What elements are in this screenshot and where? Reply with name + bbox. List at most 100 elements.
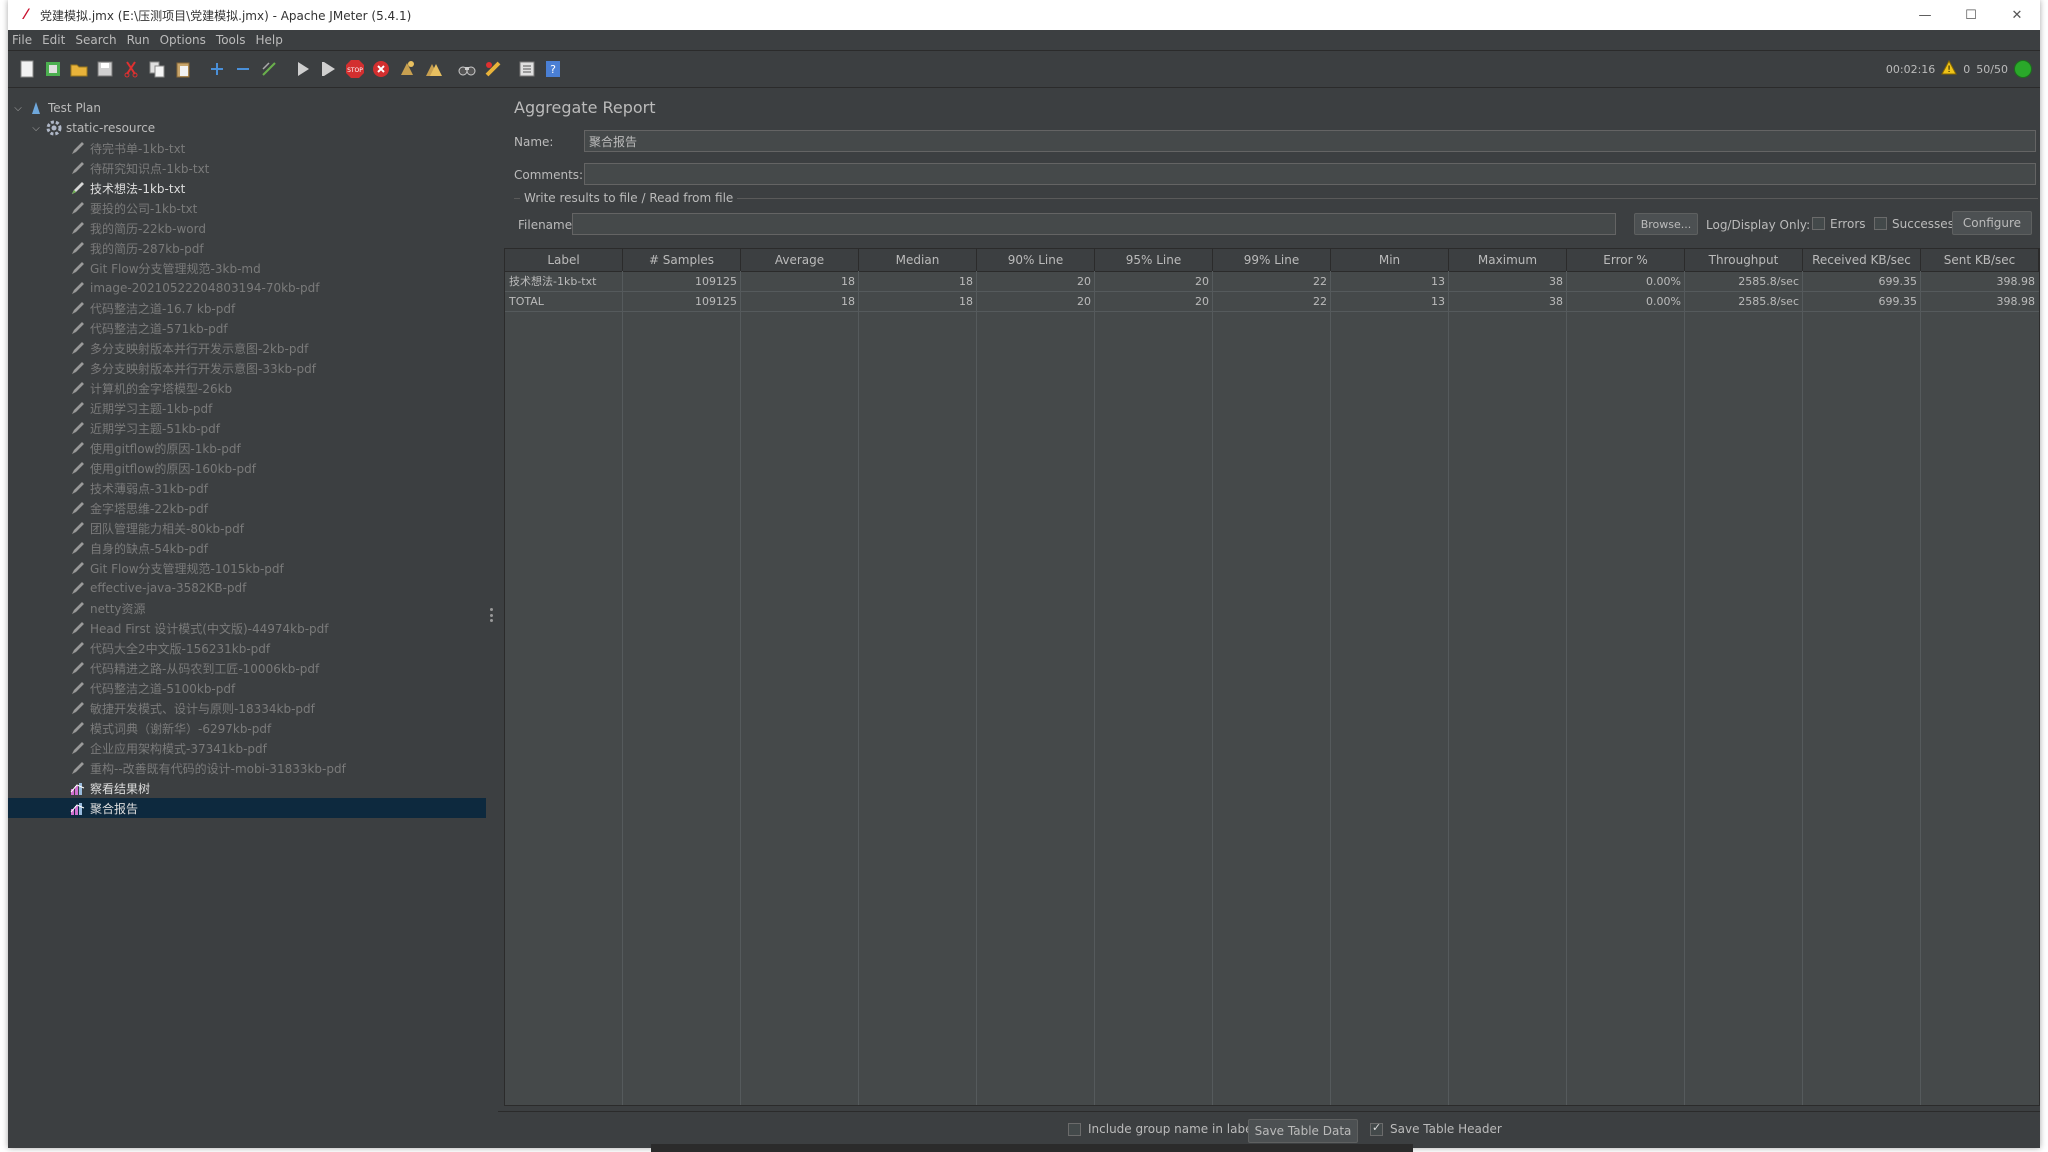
tree-node-listener[interactable]: 察看结果树 [8,778,486,798]
maximize-button[interactable]: ☐ [1948,0,1994,30]
search-binoculars-icon[interactable] [456,58,478,80]
tree-node-sampler[interactable]: 模式词典（谢新华）-6297kb-pdf [8,718,486,738]
menu-options[interactable]: Options [160,33,206,47]
tree-node-thread-group[interactable]: ⌵ static-resource [8,118,486,138]
menu-search[interactable]: Search [75,33,116,47]
column-header[interactable]: # Samples [623,249,741,271]
column-header[interactable]: Throughput [1685,249,1803,271]
save-icon[interactable] [94,58,116,80]
tree-node-sampler[interactable]: 代码整洁之道-571kb-pdf [8,318,486,338]
function-helper-icon[interactable] [516,58,538,80]
reset-search-icon[interactable] [482,58,504,80]
column-header[interactable]: Sent KB/sec [1921,249,2039,271]
tree-node-sampler[interactable]: 多分支映射版本并行开发示意图-33kb-pdf [8,358,486,378]
help-icon[interactable]: ? [542,58,564,80]
tree-node-sampler[interactable]: 敏捷开发模式、设计与原则-18334kb-pdf [8,698,486,718]
tree-node-sampler[interactable]: 重构--改善既有代码的设计-mobi-31833kb-pdf [8,758,486,778]
tree-node-sampler[interactable]: 代码整洁之道-16.7 kb-pdf [8,298,486,318]
start-icon[interactable] [292,58,314,80]
start-no-pause-icon[interactable] [318,58,340,80]
menu-run[interactable]: Run [127,33,150,47]
column-header[interactable]: Min [1331,249,1449,271]
tree-node-label: 要投的公司-1kb-txt [90,201,198,216]
tree-node-sampler[interactable]: 我的简历-22kb-word [8,218,486,238]
comments-field[interactable] [584,163,2036,185]
split-pane-divider[interactable] [486,88,498,1148]
tree-node-sampler[interactable]: 近期学习主题-1kb-pdf [8,398,486,418]
new-file-icon[interactable] [16,58,38,80]
column-header[interactable]: 95% Line [1095,249,1213,271]
tree-node-sampler[interactable]: 技术薄弱点-31kb-pdf [8,478,486,498]
templates-icon[interactable] [42,58,64,80]
expand-all-icon[interactable] [206,58,228,80]
toggle-icon[interactable] [258,58,280,80]
tree-node-sampler[interactable]: 近期学习主题-51kb-pdf [8,418,486,438]
close-button[interactable]: ✕ [1994,0,2040,30]
column-header[interactable]: Median [859,249,977,271]
menu-edit[interactable]: Edit [42,33,65,47]
tree-node-sampler[interactable]: 要投的公司-1kb-txt [8,198,486,218]
warning-icon[interactable]: ! [1941,59,1958,78]
tree-node-sampler[interactable]: 企业应用架构模式-37341kb-pdf [8,738,486,758]
shutdown-icon[interactable] [370,58,392,80]
tree-node-sampler[interactable]: Git Flow分支管理规范-3kb-md [8,258,486,278]
clear-all-icon[interactable] [422,58,444,80]
menu-help[interactable]: Help [255,33,282,47]
chevron-down-icon[interactable]: ⌵ [12,102,24,114]
tree-node-sampler[interactable]: effective-java-3582KB-pdf [8,578,486,598]
open-folder-icon[interactable] [68,58,90,80]
tree-node-sampler[interactable]: 使用gitflow的原因-1kb-pdf [8,438,486,458]
column-header[interactable]: Label [505,249,623,271]
include-group-checkbox[interactable] [1068,1123,1081,1136]
tree-node-sampler[interactable]: image-20210522204803194-70kb-pdf [8,278,486,298]
menu-file[interactable]: File [12,33,32,47]
collapse-all-icon[interactable] [232,58,254,80]
table-row[interactable]: 技术想法-1kb-txt 109125 18 18 20 20 22 13 38 0.00% 258… [505,272,2039,292]
tree-node-sampler[interactable]: 金字塔思维-22kb-pdf [8,498,486,518]
stop-icon[interactable]: STOP [344,58,366,80]
save-table-header-checkbox[interactable] [1370,1121,1383,1136]
tree-node-sampler[interactable]: 技术想法-1kb-txt [8,178,486,198]
clear-icon[interactable] [396,58,418,80]
jmeter-window: ⁄ 党建模拟.jmx (E:\压测项目\党建模拟.jmx) - Apache J… [8,0,2040,1148]
paste-icon[interactable] [172,58,194,80]
column-header[interactable]: Average [741,249,859,271]
table-cell: 18 [841,295,855,308]
column-header[interactable]: 99% Line [1213,249,1331,271]
filename-input[interactable] [572,213,1616,235]
http-sampler-disabled-icon [70,340,86,356]
save-table-data-button[interactable]: Save Table Data [1248,1119,1358,1143]
minimize-button[interactable]: — [1902,0,1948,30]
tree-node-sampler[interactable]: 团队管理能力相关-80kb-pdf [8,518,486,538]
tree-node-sampler[interactable]: 代码精进之路-从码农到工匠-10006kb-pdf [8,658,486,678]
browse-button[interactable]: Browse... [1634,213,1698,235]
copy-icon[interactable] [146,58,168,80]
column-header[interactable]: Received KB/sec [1803,249,1921,271]
tree-node-sampler[interactable]: 自身的缺点-54kb-pdf [8,538,486,558]
column-header[interactable]: Error % [1567,249,1685,271]
table-row[interactable]: TOTAL 109125 18 18 20 20 22 13 38 0.00% 2585.8/sec… [505,292,2039,312]
tree-node-sampler[interactable]: netty资源 [8,598,486,618]
http-sampler-disabled-icon [70,140,86,156]
tree-node-sampler[interactable]: 计算机的金字塔模型-26kb [8,378,486,398]
tree-node-test-plan[interactable]: ⌵ Test Plan [8,98,486,118]
tree-node-listener[interactable]: 聚合报告 [8,798,486,818]
menu-tools[interactable]: Tools [216,33,246,47]
chevron-down-icon[interactable]: ⌵ [30,122,42,134]
configure-button[interactable]: Configure [1952,211,2032,235]
tree-node-sampler[interactable]: 使用gitflow的原因-160kb-pdf [8,458,486,478]
cut-icon[interactable] [120,58,142,80]
column-header[interactable]: 90% Line [977,249,1095,271]
tree-node-sampler[interactable]: Head First 设计模式(中文版)-44974kb-pdf [8,618,486,638]
errors-checkbox[interactable] [1812,217,1825,230]
tree-node-sampler[interactable]: 代码整洁之道-5100kb-pdf [8,678,486,698]
tree-node-sampler[interactable]: 我的简历-287kb-pdf [8,238,486,258]
tree-node-sampler[interactable]: 待研究知识点-1kb-txt [8,158,486,178]
successes-checkbox[interactable] [1874,217,1887,230]
column-header[interactable]: Maximum [1449,249,1567,271]
tree-node-sampler[interactable]: Git Flow分支管理规范-1015kb-pdf [8,558,486,578]
tree-node-sampler[interactable]: 待完书单-1kb-txt [8,138,486,158]
name-field[interactable]: 聚合报告 [584,130,2036,152]
tree-node-sampler[interactable]: 多分支映射版本并行开发示意图-2kb-pdf [8,338,486,358]
tree-node-sampler[interactable]: 代码大全2中文版-156231kb-pdf [8,638,486,658]
